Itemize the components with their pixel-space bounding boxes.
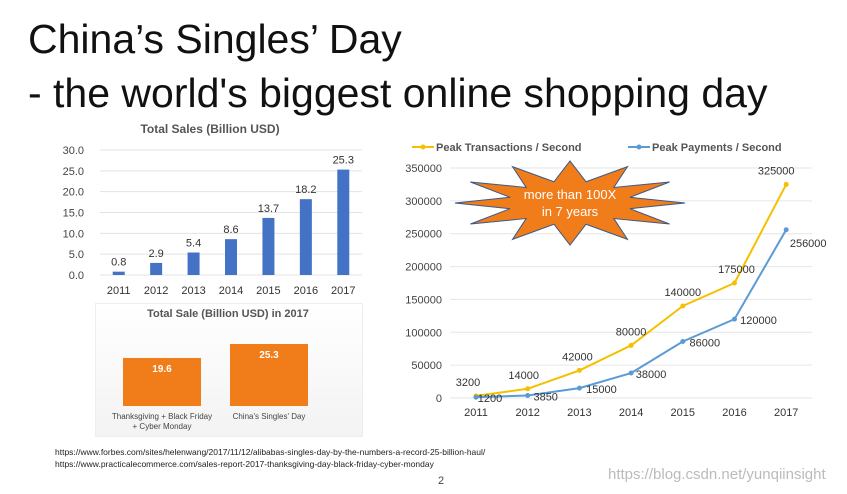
data-point <box>525 392 531 398</box>
data-point <box>732 280 737 286</box>
y-tick-label: 15.0 <box>63 208 84 220</box>
data-label: 256000 <box>790 238 827 250</box>
data-label: 42000 <box>562 351 593 363</box>
data-point <box>680 338 686 344</box>
legend-label: Peak Transactions / Second <box>436 142 582 154</box>
x-tick-label: 2013 <box>181 285 205 297</box>
data-label: 5.4 <box>186 238 201 250</box>
bar <box>150 262 163 275</box>
source-link-practicalecommerce[interactable]: https://www.practicalecommerce.com/sales… <box>55 459 434 469</box>
x-tick-label: 2012 <box>144 285 168 297</box>
data-point <box>525 386 531 392</box>
y-tick-label: 300000 <box>405 196 442 208</box>
data-point <box>783 227 789 233</box>
annotation-text-line2: in 7 years <box>542 204 599 219</box>
data-point <box>732 316 737 322</box>
y-tick-label: 0 <box>436 393 442 405</box>
bar <box>225 239 237 275</box>
y-tick-label: 250000 <box>405 229 442 241</box>
data-label: 80000 <box>616 326 647 338</box>
data-label: 8.6 <box>223 224 238 236</box>
x-tick-label: 2011 <box>107 285 131 297</box>
annotation-text-line1: more than 100X <box>524 187 617 202</box>
data-label: 2.9 <box>148 248 163 260</box>
y-tick-label: 25.0 <box>63 166 84 178</box>
x-tick-label: 2013 <box>567 407 591 419</box>
charts: Total Sales (Billion USD) 0.0 5.0 10.0 15.0 2… <box>63 122 827 431</box>
chart-title: Total Sales (Billion USD) <box>140 122 279 136</box>
data-label: 15000 <box>586 384 617 396</box>
data-label: 38000 <box>636 369 667 381</box>
data-label: 3200 <box>456 377 480 389</box>
legend-label: Peak Payments / Second <box>652 142 782 154</box>
x-tick-label: 2014 <box>619 407 643 419</box>
bar <box>262 217 275 275</box>
y-tick-label: 0.0 <box>69 270 84 282</box>
x-tick-label: Thanksgiving + Black Friday <box>112 412 212 421</box>
y-tick-label: 150000 <box>405 294 442 306</box>
data-label: 140000 <box>664 287 701 299</box>
data-label: 19.6 <box>152 364 172 375</box>
data-label: 120000 <box>740 315 777 327</box>
data-point <box>628 342 634 348</box>
legend-marker <box>636 144 642 150</box>
data-label: 1200 <box>478 393 502 405</box>
data-label: 3850 <box>533 391 557 403</box>
x-tick-label: 2012 <box>515 407 539 419</box>
x-tick-label: 2017 <box>774 407 798 419</box>
x-tick-label: 2015 <box>671 407 695 419</box>
x-tick-label: 2017 <box>331 285 355 297</box>
bar <box>187 252 200 275</box>
data-point <box>680 303 686 309</box>
y-tick-label: 350000 <box>405 163 442 175</box>
y-tick-label: 20.0 <box>63 187 84 199</box>
data-label: 0.8 <box>111 257 126 269</box>
data-label: 25.3 <box>333 155 354 167</box>
source-link-forbes[interactable]: https://www.forbes.com/sites/helenwang/2… <box>55 447 485 457</box>
data-point <box>628 370 634 376</box>
data-label: 13.7 <box>258 203 279 215</box>
x-tick-label: 2014 <box>219 285 243 297</box>
x-tick-label: 2011 <box>464 407 488 419</box>
watermark: https://blog.csdn.net/yunqiinsight <box>608 466 826 483</box>
bar <box>299 199 312 275</box>
data-label: 25.3 <box>259 350 279 361</box>
y-tick-label: 100000 <box>405 327 442 339</box>
data-label: 86000 <box>690 337 721 349</box>
x-tick-label-line2: + Cyber Monday <box>133 422 192 431</box>
page-number: 2 <box>438 475 445 487</box>
y-tick-label: 200000 <box>405 262 442 274</box>
slide: China’s Singles’ Day - the world's bigge… <box>0 0 847 494</box>
x-tick-label: 2016 <box>294 285 318 297</box>
data-point <box>576 385 582 391</box>
y-tick-label: 50000 <box>411 360 442 372</box>
bar <box>337 169 350 275</box>
x-tick-label: China's Singles' Day <box>233 412 306 421</box>
x-tick-label: 2015 <box>256 285 280 297</box>
chart-title: Total Sale (Billion USD) in 2017 <box>147 308 309 320</box>
data-point <box>783 181 789 187</box>
starburst-shape <box>454 160 686 246</box>
data-point <box>576 367 582 373</box>
legend-marker <box>420 144 426 150</box>
data-label: 325000 <box>758 165 795 177</box>
data-label: 14000 <box>508 370 539 382</box>
data-label: 175000 <box>718 264 755 276</box>
bar <box>112 271 125 275</box>
y-tick-label: 30.0 <box>63 145 84 157</box>
x-tick-label: 2016 <box>722 407 746 419</box>
data-label: 18.2 <box>295 184 316 196</box>
y-tick-label: 5.0 <box>69 249 84 261</box>
y-tick-label: 10.0 <box>63 228 84 240</box>
